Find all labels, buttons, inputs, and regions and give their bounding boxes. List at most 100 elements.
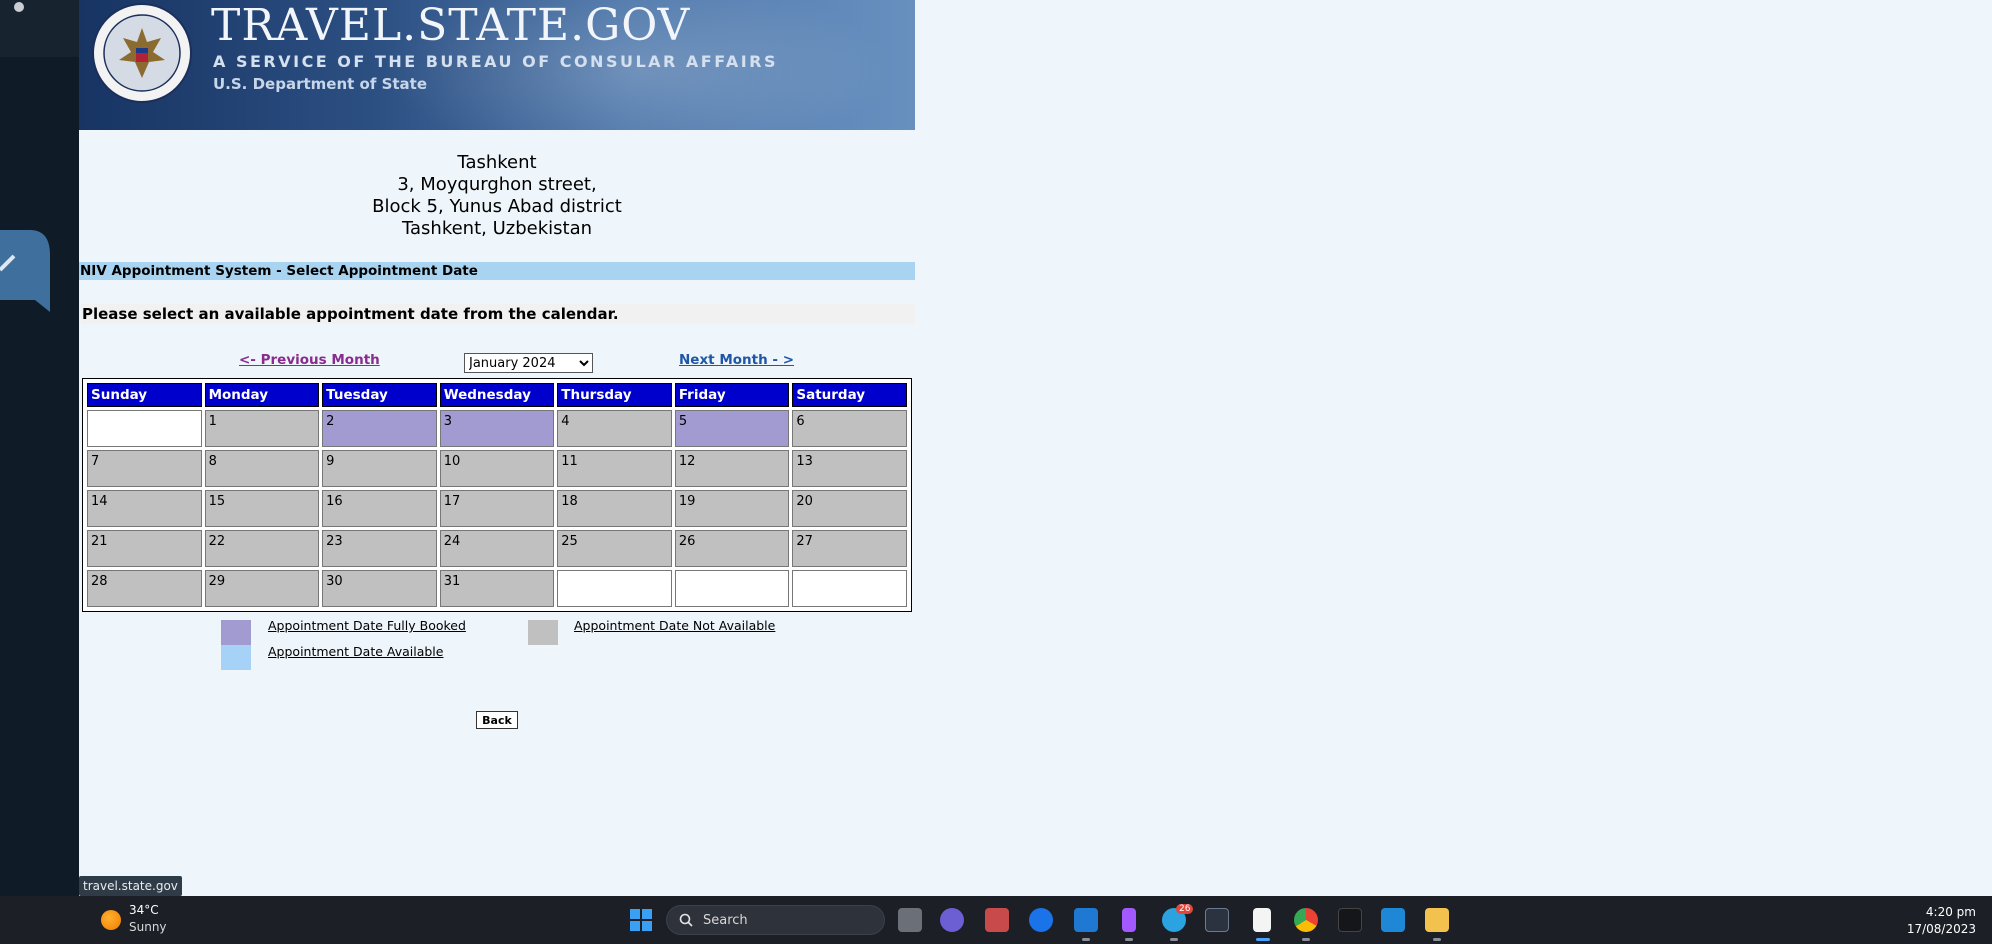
calendar-day-25[interactable]: 25: [557, 530, 672, 567]
mail-icon[interactable]: [1074, 908, 1098, 932]
calendar-day-1[interactable]: 1: [204, 410, 320, 447]
calendar-day-15[interactable]: 15: [204, 490, 320, 527]
calendar-day-22[interactable]: 22: [204, 530, 320, 567]
calendar-day-21[interactable]: 21: [87, 530, 202, 567]
previous-month-link[interactable]: <- Previous Month: [239, 352, 380, 368]
department-label: U.S. Department of State: [213, 75, 428, 93]
calendar-day-18[interactable]: 18: [557, 490, 672, 527]
calendar-day-3[interactable]: 3: [439, 410, 555, 447]
legend-fully-booked[interactable]: Appointment Date Fully Booked: [268, 618, 466, 633]
weekday-header: Tuesday: [322, 383, 437, 407]
weekday-header: Thursday: [557, 383, 672, 407]
browser-page: TRAVEL.STATE.GOV A SERVICE OF THE BUREAU…: [79, 0, 1992, 896]
section-title: NIV Appointment System - Select Appointm…: [79, 262, 915, 280]
calendar-day-9[interactable]: 9: [322, 450, 437, 487]
calendar-day-14[interactable]: 14: [87, 490, 202, 527]
weather-condition[interactable]: Sunny: [129, 920, 167, 934]
chrome-indicator: [1302, 938, 1310, 941]
search-label: Search: [703, 913, 748, 928]
calendar-day-26[interactable]: 26: [674, 530, 790, 567]
calendar-day-24[interactable]: 24: [439, 530, 555, 567]
not-available-swatch: [528, 620, 558, 645]
explorer-indicator: [1433, 938, 1441, 941]
weekday-header: Friday: [674, 383, 790, 407]
calendar-day-29[interactable]: 29: [204, 570, 320, 607]
calendar-day-17[interactable]: 17: [439, 490, 555, 527]
post-address: Tashkent 3, Moyqurghon street, Block 5, …: [79, 152, 915, 240]
department-seal-icon: [92, 3, 192, 103]
calendar-day-11[interactable]: 11: [557, 450, 672, 487]
calendar-day-20[interactable]: 20: [792, 490, 907, 527]
figma-indicator: [1125, 938, 1133, 941]
taskbar: 34°C Sunny Search 26 4:20 pm 17/08/2023: [0, 896, 1992, 944]
address-line: Tashkent: [457, 152, 537, 173]
weekday-header: Sunday: [87, 383, 202, 407]
available-swatch: [221, 645, 251, 670]
clock-time[interactable]: 4:20 pm: [1926, 905, 1976, 919]
figma-icon[interactable]: [1122, 908, 1136, 932]
terminal-icon[interactable]: [1205, 908, 1229, 932]
calendar-week-row: 28 29 30 31: [87, 570, 907, 607]
address-line: Tashkent, Uzbekistan: [401, 218, 593, 239]
search-icon: [679, 913, 693, 927]
calendar-body: 1 2 3 4 5 6 7 8 9 10 11 12 13 14 15 16 17 18 19 20 21 22 23 24 2…: [87, 410, 907, 607]
calendar-empty-cell: [674, 570, 790, 607]
calendar-day-19[interactable]: 19: [674, 490, 790, 527]
weekday-header: Monday: [204, 383, 320, 407]
start-windows-icon[interactable]: [630, 909, 652, 931]
calendar-empty-cell: [87, 410, 202, 447]
chrome-icon[interactable]: [1294, 908, 1318, 932]
calendar-day-8[interactable]: 8: [204, 450, 320, 487]
calendar-day-27[interactable]: 27: [792, 530, 907, 567]
window-dot-icon: [14, 2, 24, 12]
site-banner[interactable]: TRAVEL.STATE.GOV A SERVICE OF THE BUREAU…: [79, 0, 915, 130]
calendar-day-6[interactable]: 6: [792, 410, 907, 447]
next-month-link[interactable]: Next Month - >: [679, 352, 794, 368]
task-view-icon[interactable]: [898, 908, 922, 932]
calendar-day-12[interactable]: 12: [674, 450, 790, 487]
calendar-week-row: 7 8 9 10 11 12 13: [87, 450, 907, 487]
address-line: Block 5, Yunus Abad district: [372, 196, 622, 217]
calendar-day-30[interactable]: 30: [322, 570, 437, 607]
appointment-calendar: Sunday Monday Tuesday Wednesday Thursday…: [82, 378, 912, 612]
adjacent-window-strip: [0, 0, 79, 896]
calendar-empty-cell: [792, 570, 907, 607]
calendar-day-31[interactable]: 31: [439, 570, 555, 607]
calendar-empty-cell: [557, 570, 672, 607]
weekday-header: Saturday: [792, 383, 907, 407]
site-title: TRAVEL.STATE.GOV: [211, 0, 691, 51]
weekday-header-row: Sunday Monday Tuesday Wednesday Thursday…: [87, 383, 907, 407]
legend-available[interactable]: Appointment Date Available: [268, 644, 443, 659]
chat-bubble-icon[interactable]: [0, 230, 52, 312]
legend-not-available[interactable]: Appointment Date Not Available: [574, 618, 775, 633]
calendar-day-16[interactable]: 16: [322, 490, 437, 527]
teams-chat-icon[interactable]: [940, 908, 964, 932]
calendar-day-2[interactable]: 2: [322, 410, 437, 447]
calendar-week-row: 123456: [87, 410, 907, 447]
notepad-icon[interactable]: [1253, 908, 1271, 932]
site-subtitle: A SERVICE OF THE BUREAU OF CONSULAR AFFA…: [213, 52, 779, 71]
file-explorer-icon[interactable]: [1425, 908, 1449, 932]
zoom-icon[interactable]: [1029, 908, 1053, 932]
calendar-week-row: 14 15 16 17 18 19 20: [87, 490, 907, 527]
app-flag-icon[interactable]: [985, 908, 1009, 932]
notepad-active-indicator: [1256, 938, 1270, 941]
calendar-day-4[interactable]: 4: [557, 410, 672, 447]
tradingview-icon[interactable]: [1338, 908, 1362, 932]
taskbar-search[interactable]: Search: [666, 905, 885, 935]
month-select[interactable]: January 2024: [464, 353, 593, 373]
calendar-day-7[interactable]: 7: [87, 450, 202, 487]
calendar-day-10[interactable]: 10: [439, 450, 555, 487]
clock-date[interactable]: 17/08/2023: [1907, 922, 1976, 936]
calendar-day-5[interactable]: 5: [674, 410, 790, 447]
weekday-header: Wednesday: [439, 383, 555, 407]
calendar-day-13[interactable]: 13: [792, 450, 907, 487]
adjacent-window-header: [0, 0, 79, 57]
sun-icon[interactable]: [101, 910, 121, 930]
back-button[interactable]: Back: [476, 711, 518, 729]
instruction-text: Please select an available appointment d…: [81, 304, 915, 324]
calendar-day-28[interactable]: 28: [87, 570, 202, 607]
weather-temperature[interactable]: 34°C: [129, 903, 159, 917]
calendar-day-23[interactable]: 23: [322, 530, 437, 567]
vscode-icon[interactable]: [1381, 908, 1405, 932]
